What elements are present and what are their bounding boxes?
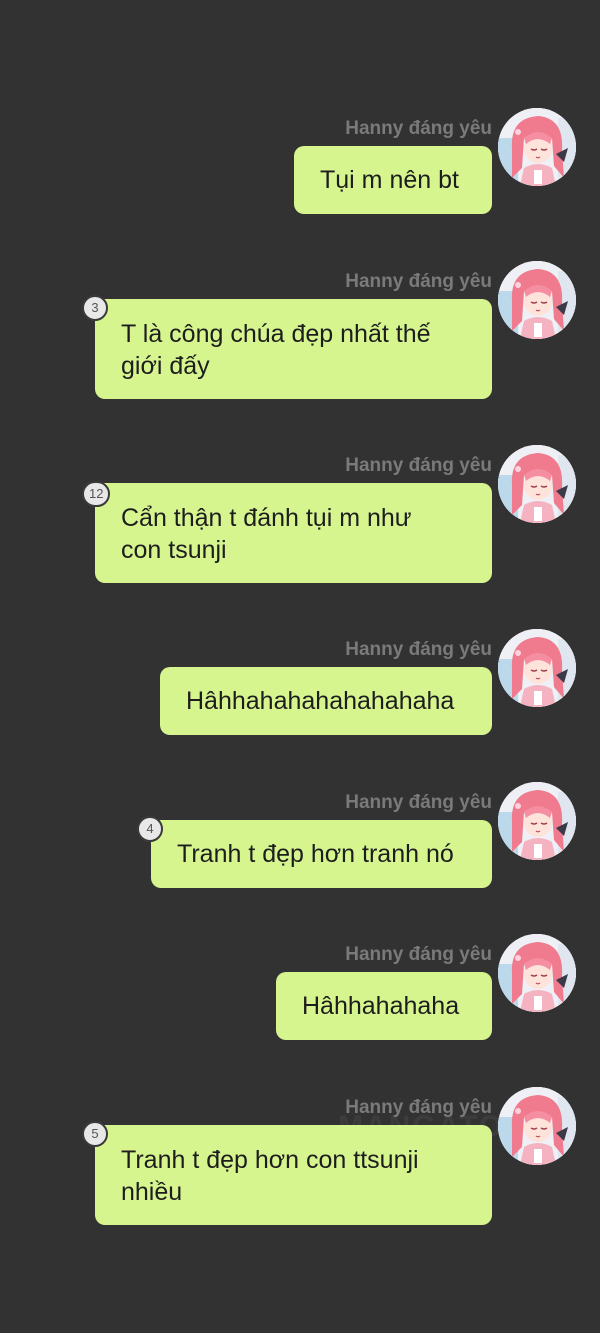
avatar-pink-hair-girl-icon <box>498 629 576 707</box>
unread-badge: 3 <box>82 295 108 321</box>
unread-badge: 12 <box>82 481 111 507</box>
avatar[interactable] <box>498 445 576 523</box>
avatar-pink-hair-girl-icon <box>498 1087 576 1165</box>
avatar-pink-hair-girl-icon <box>498 445 576 523</box>
unread-badge: 5 <box>82 1121 108 1147</box>
sender-name: Hanny đáng yêu <box>345 455 492 476</box>
avatar-pink-hair-girl-icon <box>498 782 576 860</box>
sender-name: Hanny đáng yêu <box>345 639 492 660</box>
unread-badge: 4 <box>137 816 163 842</box>
sender-name: Hanny đáng yêu <box>345 1097 492 1118</box>
avatar[interactable] <box>498 629 576 707</box>
message-text: Hâhhahahahahahahaha <box>186 687 455 715</box>
avatar-pink-hair-girl-icon <box>498 108 576 186</box>
message-bubble[interactable]: Hâhhahahahahahahaha <box>160 667 492 735</box>
message-text: Cẩn thận t đánh tụi m như con tsunji <box>121 504 412 564</box>
sender-name: Hanny đáng yêu <box>345 271 492 292</box>
avatar-pink-hair-girl-icon <box>498 934 576 1012</box>
message-bubble[interactable]: Cẩn thận t đánh tụi m như con tsunji <box>95 483 492 583</box>
avatar[interactable] <box>498 261 576 339</box>
message-bubble[interactable]: Hâhhahahaha <box>276 972 492 1040</box>
message-bubble[interactable]: Tranh t đẹp hơn con ttsunji nhiều <box>95 1125 492 1225</box>
avatar[interactable] <box>498 1087 576 1165</box>
message-bubble[interactable]: Tranh t đẹp hơn tranh nó <box>151 820 492 888</box>
avatar[interactable] <box>498 108 576 186</box>
message-text: Tranh t đẹp hơn con ttsunji nhiều <box>121 1146 419 1206</box>
sender-name: Hanny đáng yêu <box>345 944 492 965</box>
avatar[interactable] <box>498 934 576 1012</box>
message-bubble[interactable]: T là công chúa đẹp nhất thế giới đấy <box>95 299 492 399</box>
message-text: Tụi m nên bt <box>320 166 459 194</box>
avatar-pink-hair-girl-icon <box>498 261 576 339</box>
sender-name: Hanny đáng yêu <box>345 792 492 813</box>
message-text: T là công chúa đẹp nhất thế giới đấy <box>121 320 431 380</box>
message-text: Hâhhahahaha <box>302 992 460 1020</box>
message-text: Tranh t đẹp hơn tranh nó <box>177 840 454 868</box>
sender-name: Hanny đáng yêu <box>345 118 492 139</box>
avatar[interactable] <box>498 782 576 860</box>
message-bubble[interactable]: Tụi m nên bt <box>294 146 492 214</box>
